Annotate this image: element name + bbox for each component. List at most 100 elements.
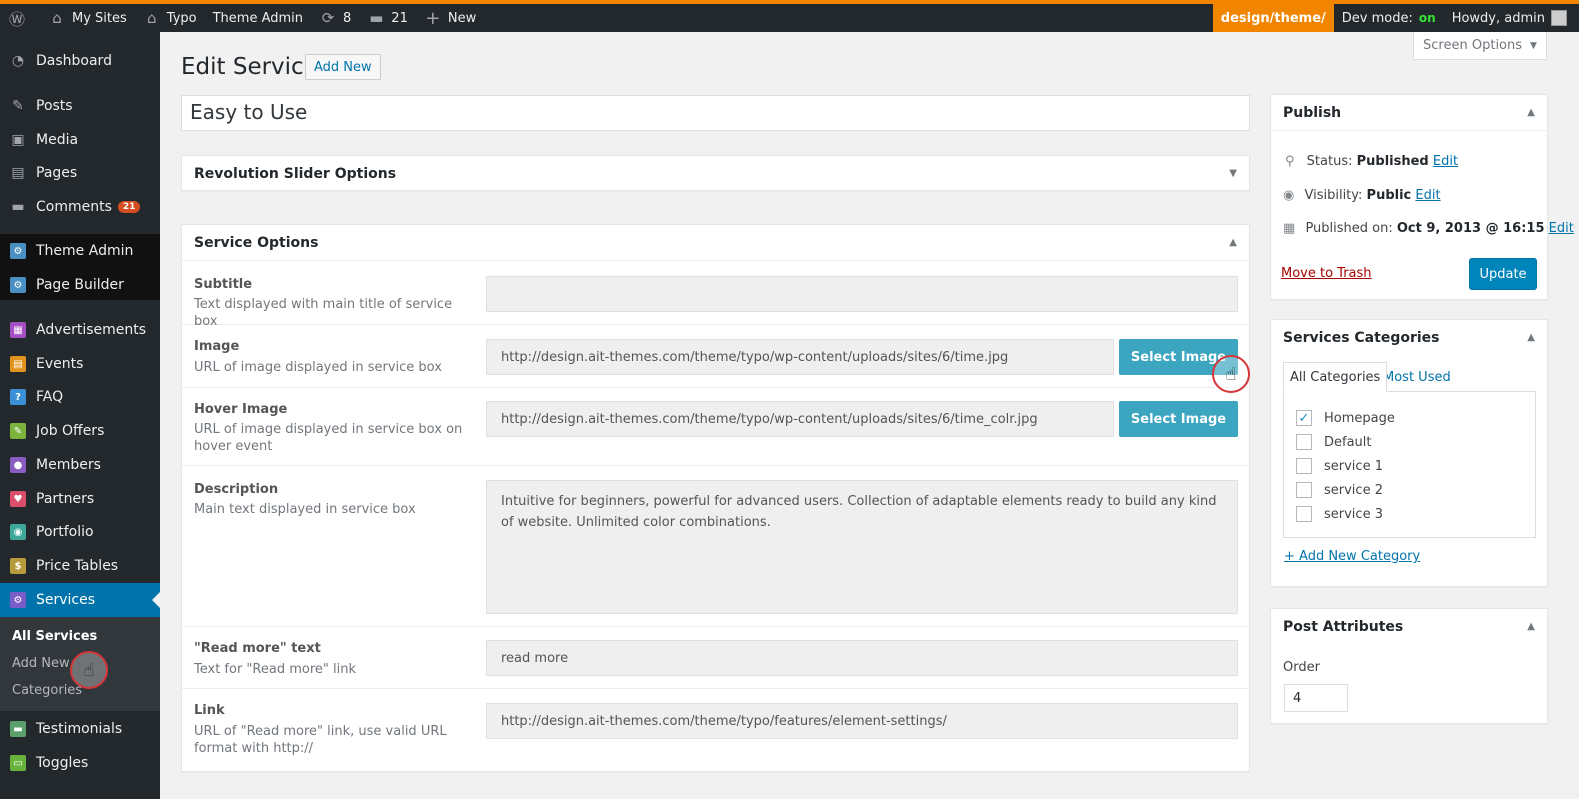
menu-item-faq[interactable]: ? FAQ bbox=[0, 380, 160, 414]
checkbox[interactable] bbox=[1296, 458, 1312, 474]
my-sites-link[interactable]: ⌂ My Sites bbox=[40, 4, 135, 32]
visibility-row: ◉ Visibility: Public Edit bbox=[1283, 188, 1441, 203]
caret-up-icon[interactable]: ▲ bbox=[1527, 332, 1535, 343]
dev-mode-toggle[interactable]: Dev mode: on bbox=[1334, 4, 1444, 32]
menu-label: Dashboard bbox=[36, 53, 112, 69]
add-new-button[interactable]: Add New bbox=[305, 54, 381, 80]
menu-item-advertisements[interactable]: ▦ Advertisements bbox=[0, 313, 160, 347]
new-content-link[interactable]: + New bbox=[416, 4, 484, 32]
hover-image-url-input[interactable]: http://design.ait-themes.com/theme/typo/… bbox=[486, 401, 1114, 437]
menu-label: Theme Admin bbox=[36, 243, 134, 259]
order-input[interactable]: 4 bbox=[1284, 684, 1348, 712]
menu-label: Page Builder bbox=[36, 277, 124, 293]
image-url-input[interactable]: http://design.ait-themes.com/theme/typo/… bbox=[486, 339, 1114, 375]
menu-label: Testimonials bbox=[36, 721, 123, 737]
menu-item-testimonials[interactable]: ▬ Testimonials bbox=[0, 712, 160, 746]
caret-up-icon[interactable]: ▲ bbox=[1527, 107, 1535, 118]
category-label: Homepage bbox=[1324, 410, 1395, 426]
categories-header[interactable]: Services Categories ▲ bbox=[1271, 320, 1547, 356]
tab-all-categories[interactable]: All Categories bbox=[1283, 362, 1388, 392]
site-name-link[interactable]: ⌂ Typo bbox=[135, 4, 205, 32]
edit-date-link[interactable]: Edit bbox=[1549, 221, 1574, 236]
user-account-menu[interactable]: Howdy, admin bbox=[1444, 4, 1579, 32]
submenu-add-new[interactable]: Add New bbox=[12, 656, 70, 671]
category-item-service-3[interactable]: service 3 bbox=[1296, 506, 1383, 522]
menu-item-events[interactable]: ▤ Events bbox=[0, 347, 160, 381]
edit-status-link[interactable]: Edit bbox=[1433, 154, 1458, 169]
checkbox[interactable] bbox=[1296, 482, 1312, 498]
submenu-all-services[interactable]: All Services bbox=[12, 629, 97, 644]
caret-down-icon[interactable]: ▼ bbox=[1229, 168, 1237, 179]
menu-item-job-offers[interactable]: ✎ Job Offers bbox=[0, 414, 160, 448]
subtitle-input[interactable] bbox=[486, 276, 1238, 312]
order-label: Order bbox=[1283, 660, 1320, 675]
menu-item-page-builder[interactable]: ⚙ Page Builder bbox=[0, 268, 160, 302]
pushpin-icon: ✎ bbox=[12, 98, 24, 114]
option-help: URL of image displayed in service box on… bbox=[194, 422, 463, 454]
description-textarea[interactable]: Intuitive for beginners, powerful for ad… bbox=[486, 480, 1238, 614]
pointer-cursor-icon: ☝ bbox=[70, 651, 108, 689]
checkbox-checked[interactable]: ✓ bbox=[1296, 410, 1312, 426]
menu-item-portfolio[interactable]: ◉ Portfolio bbox=[0, 515, 160, 549]
read-more-input[interactable]: read more bbox=[486, 640, 1238, 676]
edit-visibility-link[interactable]: Edit bbox=[1415, 188, 1440, 203]
move-to-trash-link[interactable]: Move to Trash bbox=[1281, 266, 1372, 281]
howdy-label: Howdy, admin bbox=[1451, 10, 1545, 26]
wordpress-logo-icon: Ⓦ bbox=[8, 10, 25, 29]
update-button[interactable]: Update bbox=[1469, 258, 1537, 290]
publish-header[interactable]: Publish ▲ bbox=[1271, 95, 1547, 131]
category-item-homepage[interactable]: ✓ Homepage bbox=[1296, 410, 1395, 426]
link-url-input[interactable]: http://design.ait-themes.com/theme/typo/… bbox=[486, 703, 1238, 739]
eye-icon: ◉ bbox=[1283, 188, 1295, 203]
calendar-icon: ▤ bbox=[9, 355, 27, 373]
wordpress-logo-button[interactable]: Ⓦ bbox=[0, 4, 40, 32]
menu-item-media[interactable]: ▣ Media bbox=[0, 123, 160, 157]
published-on-value: Oct 9, 2013 @ 16:15 bbox=[1396, 221, 1545, 236]
ait-builder-icon: ⚙ bbox=[9, 276, 27, 294]
menu-item-theme-admin[interactable]: ⚙ Theme Admin bbox=[0, 234, 160, 268]
theme-admin-link[interactable]: Theme Admin bbox=[205, 4, 311, 32]
toggles-icon: ▭ bbox=[9, 754, 27, 772]
menu-item-pages[interactable]: ▤ Pages bbox=[0, 156, 160, 190]
option-row-subtitle: Subtitle Text displayed with main title … bbox=[182, 262, 1249, 329]
menu-item-members[interactable]: ● Members bbox=[0, 448, 160, 482]
dev-mode-label: Dev mode: bbox=[1341, 10, 1413, 26]
select-hover-image-button[interactable]: Select Image bbox=[1119, 401, 1238, 437]
category-item-service-1[interactable]: service 1 bbox=[1296, 458, 1383, 474]
service-options-box: Service Options ▲ Subtitle Text displaye… bbox=[181, 224, 1250, 772]
caret-up-icon[interactable]: ▲ bbox=[1527, 621, 1535, 632]
category-label: Default bbox=[1324, 434, 1372, 450]
checkbox[interactable] bbox=[1296, 506, 1312, 522]
revolution-slider-header[interactable]: Revolution Slider Options ▼ bbox=[182, 156, 1249, 192]
published-on-row: ▦ Published on: Oct 9, 2013 @ 16:15 Edit bbox=[1283, 221, 1574, 236]
option-row-description: Description Main text displayed in servi… bbox=[182, 466, 1249, 627]
post-title-input[interactable]: Easy to Use bbox=[181, 95, 1250, 131]
option-help: Main text displayed in service box bbox=[194, 502, 416, 517]
menu-item-toggles[interactable]: ▭ Toggles bbox=[0, 746, 160, 780]
services-categories-box: Services Categories ▲ All Categories Mos… bbox=[1270, 319, 1548, 587]
menu-item-dashboard[interactable]: ◔ Dashboard bbox=[0, 44, 160, 78]
box-title: Post Attributes bbox=[1283, 619, 1404, 635]
submenu-categories[interactable]: Categories bbox=[12, 683, 82, 698]
menu-item-partners[interactable]: ♥ Partners bbox=[0, 482, 160, 516]
design-path-badge[interactable]: design/theme/ bbox=[1212, 4, 1334, 32]
add-new-category-link[interactable]: + Add New Category bbox=[1284, 549, 1420, 564]
category-item-default[interactable]: Default bbox=[1296, 434, 1372, 450]
advertisements-icon: ▦ bbox=[9, 321, 27, 339]
tab-most-used[interactable]: Most Used bbox=[1377, 362, 1457, 392]
service-options-header[interactable]: Service Options ▲ bbox=[182, 225, 1249, 261]
menu-item-comments[interactable]: ▬ Comments 21 bbox=[0, 190, 160, 224]
menu-item-services[interactable]: ⚙ Services bbox=[0, 583, 160, 617]
attributes-header[interactable]: Post Attributes ▲ bbox=[1271, 609, 1547, 645]
visibility-value: Public bbox=[1366, 188, 1412, 203]
menu-label: Media bbox=[36, 132, 79, 148]
updates-link[interactable]: ⟳ 8 bbox=[311, 4, 359, 32]
category-item-service-2[interactable]: service 2 bbox=[1296, 482, 1383, 498]
dollar-icon: $ bbox=[9, 557, 27, 575]
checkbox[interactable] bbox=[1296, 434, 1312, 450]
comments-link[interactable]: ▬ 21 bbox=[359, 4, 416, 32]
caret-up-icon[interactable]: ▲ bbox=[1229, 237, 1237, 248]
screen-options-button[interactable]: Screen Options ▼ bbox=[1413, 32, 1547, 60]
menu-item-posts[interactable]: ✎ Posts bbox=[0, 89, 160, 123]
menu-item-price-tables[interactable]: $ Price Tables bbox=[0, 549, 160, 583]
